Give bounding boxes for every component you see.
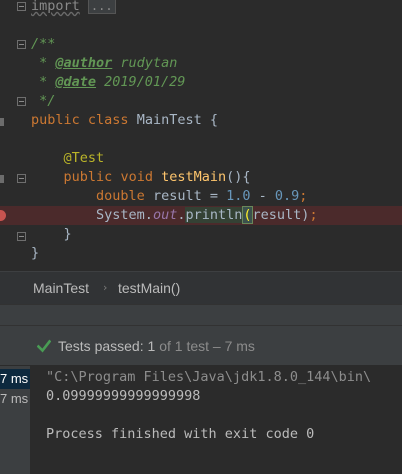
code-line: * @author rudytan xyxy=(0,54,402,73)
code-line: double result = 1.0 - 0.9; xyxy=(0,187,402,206)
console-output[interactable]: "C:\Program Files\Java\jdk1.8.0_144\bin\… xyxy=(31,366,402,474)
minus-operator: - xyxy=(250,188,275,204)
breadcrumb-item-method[interactable]: testMain() xyxy=(118,280,180,296)
breakpoint-line: System.out.println(result); xyxy=(0,206,402,225)
code-line: import ... xyxy=(0,0,402,16)
console-output-value: 0.09999999999999998 xyxy=(46,388,201,404)
ide-window: import ... /** * @author rudytan * @date… xyxy=(0,0,402,474)
method-name: testMain xyxy=(161,169,227,185)
date-value: 2019/01/29 xyxy=(96,74,186,90)
tests-of: of xyxy=(159,338,171,354)
method-signature: (){ xyxy=(226,169,251,185)
javadoc-open: /** xyxy=(31,36,56,52)
test-tree-row[interactable]: 7 ms xyxy=(0,369,30,389)
keyword-void: void xyxy=(120,169,153,185)
println-argument: result xyxy=(252,207,302,223)
number-literal: 1.0 xyxy=(226,188,251,204)
javadoc-prefix: * xyxy=(31,74,56,90)
code-line: public class MainTest { xyxy=(0,111,402,130)
test-tree: 7 ms 7 ms xyxy=(0,366,31,474)
test-tree-row[interactable]: 7 ms xyxy=(0,389,30,409)
keyword-double: double xyxy=(96,188,145,204)
class-open-brace: { xyxy=(209,112,219,128)
result-declaration: result = xyxy=(144,188,227,204)
tests-duration: – 7 ms xyxy=(212,338,255,354)
tests-passed-text: Tests passed: 1 of 1 test – 7 ms xyxy=(58,338,255,355)
semicolon: ; xyxy=(309,207,318,223)
keyword-class: class xyxy=(87,112,129,128)
code-line: public void testMain(){ xyxy=(0,168,402,187)
code-line: */ xyxy=(0,92,402,111)
semicolon: ; xyxy=(299,188,308,204)
method-close-brace: } xyxy=(63,226,72,242)
breadcrumb: MainTest › testMain() xyxy=(0,271,402,304)
class-close-brace: } xyxy=(31,245,40,261)
panel-divider[interactable] xyxy=(0,304,402,326)
code-line: @Test xyxy=(0,149,402,168)
console-exit-message: Process finished with exit code 0 xyxy=(46,426,315,442)
test-annotation: @Test xyxy=(63,150,105,166)
code-line: /** xyxy=(0,35,402,54)
println-call: println xyxy=(185,207,243,223)
tests-passed-label: Tests passed: xyxy=(58,338,144,354)
paren-open: ( xyxy=(242,206,253,224)
number-literal: 0.9 xyxy=(274,188,300,204)
author-value: rudytan xyxy=(112,55,178,71)
console-command-line: "C:\Program Files\Java\jdk1.8.0_144\bin\ xyxy=(46,369,372,385)
code-line: } xyxy=(0,244,402,263)
date-tag: @date xyxy=(55,74,97,90)
tests-passed-count: 1 xyxy=(147,338,156,354)
class-name: MainTest xyxy=(136,112,202,128)
keyword-public: public xyxy=(63,169,113,185)
breadcrumb-separator-icon: › xyxy=(103,281,108,294)
javadoc-close: */ xyxy=(31,93,56,109)
folded-imports[interactable]: ... xyxy=(87,0,116,14)
keyword-public: public xyxy=(31,112,80,128)
code-line: * @date 2019/01/29 xyxy=(0,73,402,92)
test-status-bar: Tests passed: 1 of 1 test – 7 ms xyxy=(0,326,402,366)
code-editor[interactable]: import ... /** * @author rudytan * @date… xyxy=(0,0,402,271)
breadcrumb-item-class[interactable]: MainTest xyxy=(33,280,89,296)
author-tag: @author xyxy=(55,55,113,71)
check-icon xyxy=(37,339,51,353)
javadoc-prefix: * xyxy=(31,55,56,71)
tests-total: 1 test xyxy=(174,338,210,354)
import-keyword: import xyxy=(31,0,80,14)
out-field: out xyxy=(152,207,178,223)
system-class: System. xyxy=(96,207,153,223)
code-line: } xyxy=(0,225,402,244)
